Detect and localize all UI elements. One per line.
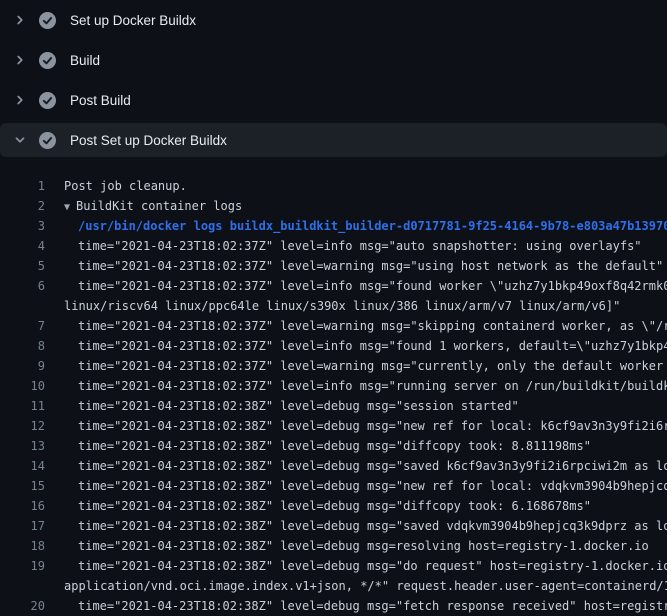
log-line: 3/usr/bin/docker logs buildx_buildkit_bu… xyxy=(0,216,667,236)
step-label: Post Set up Docker Buildx xyxy=(70,133,227,148)
log-line: 12time="2021-04-23T18:02:38Z" level=debu… xyxy=(0,416,667,436)
log-message-text: time="2021-04-23T18:02:37Z" level=warnin… xyxy=(50,256,663,276)
log-line-number[interactable]: 10 xyxy=(0,376,50,396)
log-command-text: /usr/bin/docker logs buildx_buildkit_bui… xyxy=(50,216,667,236)
step-list: Set up Docker Buildx Build Post Build Post … xyxy=(0,0,667,157)
step-header-build[interactable]: Build xyxy=(0,43,667,77)
log-line-number[interactable]: 17 xyxy=(0,516,50,536)
log-line-continuation: application/vnd.oci.image.index.v1+json,… xyxy=(0,576,667,596)
log-line-number[interactable]: 6 xyxy=(0,276,50,296)
log-viewer: 1Post job cleanup.2 ▼ BuildKit container l… xyxy=(0,163,667,616)
log-line: 16time="2021-04-23T18:02:38Z" level=debu… xyxy=(0,496,667,516)
step-header-set-up-docker-buildx[interactable]: Set up Docker Buildx xyxy=(0,3,667,37)
log-line: 20time="2021-04-23T18:02:38Z" level=debu… xyxy=(0,596,667,616)
log-message-text: time="2021-04-23T18:02:38Z" level=debug … xyxy=(50,456,667,476)
step-header-post-build[interactable]: Post Build xyxy=(0,83,667,117)
log-line: 19time="2021-04-23T18:02:38Z" level=debu… xyxy=(0,556,667,576)
step-header-post-set-up-docker-buildx[interactable]: Post Set up Docker Buildx xyxy=(0,123,667,157)
log-message-text: time="2021-04-23T18:02:38Z" level=debug … xyxy=(50,436,591,456)
log-message-text: time="2021-04-23T18:02:37Z" level=warnin… xyxy=(50,316,667,336)
log-line-number[interactable]: 12 xyxy=(0,416,50,436)
log-line-number[interactable]: 13 xyxy=(0,436,50,456)
log-line: 2 ▼ BuildKit container logs xyxy=(0,196,667,216)
log-line: 14time="2021-04-23T18:02:38Z" level=debu… xyxy=(0,456,667,476)
log-message-text: time="2021-04-23T18:02:38Z" level=debug … xyxy=(50,536,649,556)
log-line: 15time="2021-04-23T18:02:38Z" level=debu… xyxy=(0,476,667,496)
log-message-text: time="2021-04-23T18:02:37Z" level=info m… xyxy=(50,336,667,356)
log-line-continuation: linux/riscv64 linux/ppc64le linux/s390x … xyxy=(0,296,667,316)
log-line-number[interactable]: 7 xyxy=(0,316,50,336)
log-message-text: time="2021-04-23T18:02:38Z" level=debug … xyxy=(50,556,667,576)
log-line-number[interactable]: 14 xyxy=(0,456,50,476)
log-line: 13time="2021-04-23T18:02:38Z" level=debu… xyxy=(0,436,667,456)
log-message-text: time="2021-04-23T18:02:37Z" level=info m… xyxy=(50,376,667,396)
log-message-text: time="2021-04-23T18:02:37Z" level=info m… xyxy=(50,236,642,256)
log-line: 10time="2021-04-23T18:02:37Z" level=info… xyxy=(0,376,667,396)
chevron-right-icon xyxy=(12,52,28,68)
log-line: 11time="2021-04-23T18:02:38Z" level=debu… xyxy=(0,396,667,416)
log-message-text: application/vnd.oci.image.index.v1+json,… xyxy=(50,576,667,596)
log-message-text: Post job cleanup. xyxy=(50,176,187,196)
log-line: 1Post job cleanup. xyxy=(0,176,667,196)
log-line-number xyxy=(0,576,50,596)
log-line-number[interactable]: 20 xyxy=(0,596,50,616)
log-line: 4time="2021-04-23T18:02:37Z" level=info … xyxy=(0,236,667,256)
log-line-number xyxy=(0,296,50,316)
log-message-text: time="2021-04-23T18:02:38Z" level=debug … xyxy=(50,476,667,496)
step-label: Post Build xyxy=(70,93,131,108)
check-circle-icon xyxy=(39,52,56,69)
log-line: 9time="2021-04-23T18:02:37Z" level=warni… xyxy=(0,356,667,376)
step-label: Set up Docker Buildx xyxy=(70,13,196,28)
check-circle-icon xyxy=(39,12,56,29)
log-line: 17time="2021-04-23T18:02:38Z" level=debu… xyxy=(0,516,667,536)
log-line: 7time="2021-04-23T18:02:37Z" level=warni… xyxy=(0,316,667,336)
log-message-text: time="2021-04-23T18:02:37Z" level=warnin… xyxy=(50,356,667,376)
log-line: 18time="2021-04-23T18:02:38Z" level=debu… xyxy=(0,536,667,556)
log-line-number[interactable]: 2 xyxy=(0,196,50,216)
log-line: 5time="2021-04-23T18:02:37Z" level=warni… xyxy=(0,256,667,276)
log-message-text: time="2021-04-23T18:02:38Z" level=debug … xyxy=(50,496,591,516)
log-line-number[interactable]: 18 xyxy=(0,536,50,556)
log-line-number[interactable]: 15 xyxy=(0,476,50,496)
log-line-number[interactable]: 11 xyxy=(0,396,50,416)
log-group-toggle[interactable]: ▼ BuildKit container logs xyxy=(50,196,242,216)
log-line: 8time="2021-04-23T18:02:37Z" level=info … xyxy=(0,336,667,356)
log-message-text: time="2021-04-23T18:02:37Z" level=info m… xyxy=(50,276,667,296)
log-line-number[interactable]: 8 xyxy=(0,336,50,356)
chevron-right-icon xyxy=(12,92,28,108)
log-line-number[interactable]: 9 xyxy=(0,356,50,376)
log-line-number[interactable]: 16 xyxy=(0,496,50,516)
chevron-down-icon xyxy=(12,132,28,148)
log-line-number[interactable]: 19 xyxy=(0,556,50,576)
step-label: Build xyxy=(70,53,100,68)
chevron-right-icon xyxy=(12,12,28,28)
log-line-number[interactable]: 3 xyxy=(0,216,50,236)
log-message-text: linux/riscv64 linux/ppc64le linux/s390x … xyxy=(50,296,620,316)
log-message-text: time="2021-04-23T18:02:38Z" level=debug … xyxy=(50,596,667,616)
check-circle-icon xyxy=(39,132,56,149)
log-group-label: BuildKit container logs xyxy=(76,199,242,213)
log-line: 6time="2021-04-23T18:02:37Z" level=info … xyxy=(0,276,667,296)
log-message-text: time="2021-04-23T18:02:38Z" level=debug … xyxy=(50,416,667,436)
log-message-text: time="2021-04-23T18:02:38Z" level=debug … xyxy=(50,516,667,536)
log-line-number[interactable]: 5 xyxy=(0,256,50,276)
log-line-number[interactable]: 4 xyxy=(0,236,50,256)
log-line-number[interactable]: 1 xyxy=(0,176,50,196)
log-message-text: time="2021-04-23T18:02:38Z" level=debug … xyxy=(50,396,519,416)
check-circle-icon xyxy=(39,92,56,109)
triangle-down-icon: ▼ xyxy=(64,202,70,213)
